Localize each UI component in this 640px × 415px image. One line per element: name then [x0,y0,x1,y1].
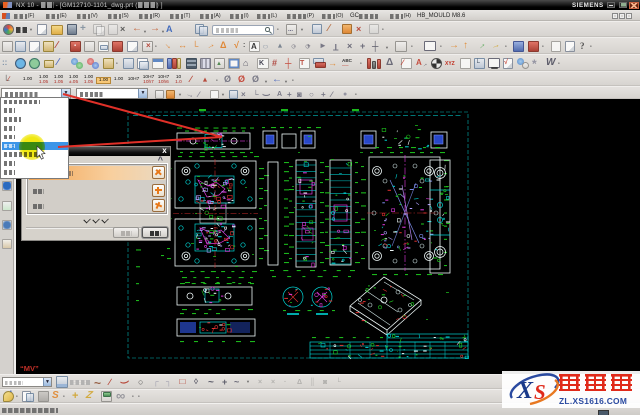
svg-text:“MV”: “MV” [20,364,39,373]
svg-text:S: S [534,380,546,404]
svg-text:X: X [516,378,534,404]
